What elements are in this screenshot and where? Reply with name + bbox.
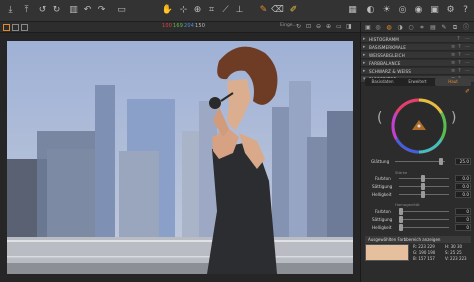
- delete-icon[interactable]: ▥: [68, 5, 79, 16]
- readout-l: 150: [195, 23, 206, 29]
- section-weissabgleich[interactable]: ▸ WEISSABGLEICH ≡? ⋯: [361, 52, 474, 59]
- glaettung-value[interactable]: 25.0: [455, 158, 471, 165]
- rgb-row-b: B: 157 157: [413, 256, 435, 261]
- exposure-icon[interactable]: ◐: [365, 5, 376, 16]
- settings-icon[interactable]: ⚙: [445, 5, 456, 16]
- redo-icon[interactable]: ↷: [96, 5, 107, 16]
- tab-local-icon[interactable]: ✎: [440, 24, 448, 31]
- brush-icon[interactable]: ✎: [258, 5, 269, 16]
- capture-icon[interactable]: ◎: [397, 5, 408, 16]
- crop-icon[interactable]: ⌗: [206, 5, 217, 16]
- range-arc-left[interactable]: (: [377, 110, 382, 126]
- viewer-mode-label[interactable]: Einge...: [280, 23, 297, 28]
- tool-panel: ▣ ◎ ◍ ◑ ○ ⌗ ▤ ✎ ⧉ ⓘ ▸ HISTOGRAMM ? ⋯ ▸ BASI…: [360, 22, 474, 282]
- rotate-view-icon[interactable]: ↻: [296, 23, 301, 30]
- hsv-row-s: S: 25 25: [445, 250, 462, 255]
- color-editor-modes: Basisdaten Erweitert Haut: [365, 78, 471, 86]
- tab-meta-icon[interactable]: ⓘ: [462, 24, 470, 31]
- exposure-warning-icon[interactable]: ◨: [346, 23, 352, 30]
- tab-lens-icon[interactable]: ○: [407, 24, 415, 31]
- zoom-icon[interactable]: ⊕: [192, 5, 203, 16]
- overlay-icon[interactable]: ▭: [336, 23, 342, 30]
- portrait-photo: [7, 41, 353, 274]
- multi-view-icon[interactable]: [12, 24, 19, 31]
- tab-adjust-icon[interactable]: ⧉: [451, 24, 459, 31]
- tool-tabs: ▣ ◎ ◍ ◑ ○ ⌗ ▤ ✎ ⧉ ⓘ: [361, 22, 474, 33]
- proof-icon[interactable]: ◉: [413, 5, 424, 16]
- readout-g: 169: [173, 23, 184, 29]
- show-selected-range-toggle[interactable]: Ausgewählten Farbbereich anzeigen: [365, 236, 471, 243]
- help-icon[interactable]: ?: [460, 5, 471, 16]
- section-farbbalance[interactable]: ▸ FARBBALANCE ≡? ⋯: [361, 60, 474, 67]
- keystone-icon[interactable]: ⊥: [234, 5, 245, 16]
- sun-icon[interactable]: ☀: [381, 5, 392, 16]
- homog-helligkeit-slider[interactable]: Helligkeit 0: [361, 223, 474, 232]
- eraser-icon[interactable]: ⌫: [271, 5, 284, 16]
- hsv-row-v: V: 223 223: [445, 256, 467, 261]
- range-arc-right[interactable]: ): [451, 110, 456, 126]
- tab-composition-icon[interactable]: ⌗: [418, 24, 426, 31]
- main-toolbar: ⤓ ⤒ ↺ ↻ ▥ ↶ ↷ ▭ ✋ ⊹ ⊕ ⌗ ⟋ ⊥ ✎ ⌫ ✐ ▦ ◐ ☀ …: [0, 0, 474, 22]
- rotate-left-icon[interactable]: ↺: [37, 5, 48, 16]
- glaettung-slider[interactable]: Glättung 25.0: [361, 157, 474, 166]
- staerke-helligkeit-slider[interactable]: Helligkeit 0.0: [361, 190, 474, 199]
- copy-icon[interactable]: ▭: [116, 5, 127, 16]
- tab-erweitert[interactable]: Erweitert: [400, 78, 435, 86]
- fit-icon[interactable]: ⊡: [306, 23, 311, 30]
- compare-icon[interactable]: ▣: [429, 5, 440, 16]
- hsv-row-h: H: 30 30: [445, 244, 463, 249]
- selected-color-swatch: [365, 244, 409, 261]
- tab-capture-icon[interactable]: ◎: [374, 24, 382, 31]
- help-small-icon: ?: [457, 36, 460, 42]
- rgb-row-r: R: 223 229: [413, 244, 435, 249]
- rgb-row-g: G: 190 190: [413, 250, 436, 255]
- tab-color-icon[interactable]: ◍: [385, 24, 393, 31]
- rotate-right-icon[interactable]: ↻: [51, 5, 62, 16]
- skin-color-wheel[interactable]: [391, 98, 447, 154]
- zoom-out-icon[interactable]: ⊖: [316, 23, 321, 30]
- image-viewer[interactable]: [0, 33, 360, 282]
- more-icon: ⋯: [465, 36, 470, 42]
- capture-one-window: ⤓ ⤒ ↺ ↻ ▥ ↶ ↷ ▭ ✋ ⊹ ⊕ ⌗ ⟋ ⊥ ✎ ⌫ ✐ ▦ ◐ ☀ …: [0, 0, 474, 282]
- select-icon[interactable]: ⊹: [178, 5, 189, 16]
- tab-haut[interactable]: Haut: [435, 78, 471, 86]
- eyedropper-icon[interactable]: ✐: [288, 5, 299, 16]
- export-icon[interactable]: ⤒: [21, 5, 32, 16]
- pan-icon[interactable]: ✋: [162, 5, 173, 16]
- single-view-icon[interactable]: [3, 24, 10, 31]
- import-icon[interactable]: ⤓: [5, 5, 16, 16]
- section-histogramm[interactable]: ▸ HISTOGRAMM ? ⋯: [361, 36, 474, 43]
- filmstrip-icon[interactable]: [21, 24, 28, 31]
- straighten-icon[interactable]: ⟋: [220, 5, 231, 16]
- zoom-in-icon[interactable]: ⊕: [326, 23, 331, 30]
- tab-exposure-icon[interactable]: ◑: [396, 24, 404, 31]
- tab-library-icon[interactable]: ▣: [364, 24, 372, 31]
- picker-icon[interactable]: ✐: [465, 88, 470, 95]
- section-schwarz-weiss[interactable]: ▸ SCHWARZ & WEISS ≡? ⋯: [361, 68, 474, 75]
- undo-icon[interactable]: ↶: [82, 5, 93, 16]
- grid-icon[interactable]: ▦: [347, 5, 358, 16]
- readout-r: 100: [162, 23, 173, 29]
- tab-details-icon[interactable]: ▤: [429, 24, 437, 31]
- section-basismerkmale[interactable]: ▸ BASISMERKMALE ≡? ⋯: [361, 44, 474, 51]
- tab-basisdaten[interactable]: Basisdaten: [365, 78, 400, 86]
- readout-b: 204: [184, 23, 195, 29]
